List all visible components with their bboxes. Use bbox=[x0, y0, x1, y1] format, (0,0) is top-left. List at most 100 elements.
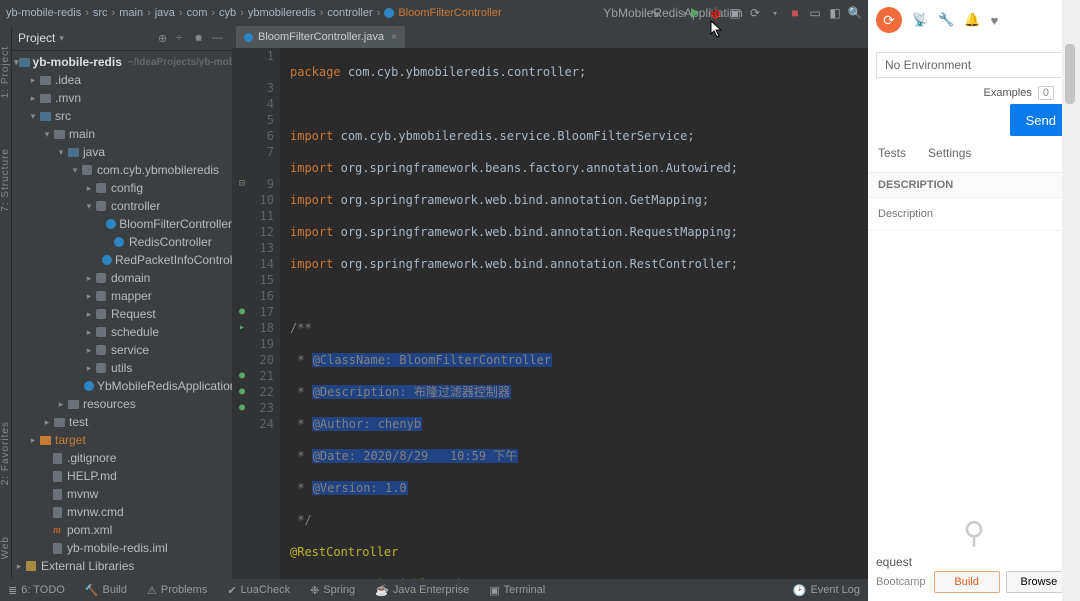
update-icon[interactable]: ▭ bbox=[808, 6, 822, 20]
project-title[interactable]: Project bbox=[18, 31, 55, 45]
left-toolwindow-bar: 1: Project 7: Structure 2: Favorites Web bbox=[0, 26, 12, 579]
status-spring[interactable]: ❉ Spring bbox=[310, 584, 355, 597]
nav-toolbar: yb-mobile-redis› src› main› java› com› c… bbox=[0, 0, 868, 26]
tree-item[interactable]: mvnw.cmd bbox=[12, 503, 232, 521]
project-tree[interactable]: ▾yb-mobile-redis~/IdeaProjects/yb-mobile… bbox=[12, 51, 232, 579]
run-config-label: YbMobileRedisApplication bbox=[666, 6, 680, 20]
tree-item[interactable]: yb-mobile-redis.iml bbox=[12, 539, 232, 557]
heart-icon[interactable]: ♥ bbox=[991, 13, 999, 28]
crumb[interactable]: com bbox=[187, 7, 208, 19]
tree-item[interactable]: ▸.mvn bbox=[12, 89, 232, 107]
description-input[interactable] bbox=[878, 208, 1070, 220]
crumb[interactable]: yb-mobile-redis bbox=[6, 7, 81, 19]
tree-item[interactable]: ▸domain bbox=[12, 269, 232, 287]
examples-label: Examples bbox=[984, 87, 1032, 99]
crumb-class[interactable]: BloomFilterController bbox=[384, 7, 501, 19]
crumb[interactable]: controller bbox=[327, 7, 372, 19]
crumb[interactable]: main bbox=[119, 7, 143, 19]
build-toggle[interactable]: Build bbox=[934, 571, 1000, 593]
tree-item[interactable]: ▸target bbox=[12, 431, 232, 449]
run-icon[interactable] bbox=[688, 6, 702, 20]
crumb[interactable]: src bbox=[93, 7, 108, 19]
tree-item[interactable]: RedPacketInfoController bbox=[12, 251, 232, 269]
wrench-icon[interactable]: 🔧 bbox=[938, 12, 954, 28]
stop-icon[interactable]: ■ bbox=[788, 6, 802, 20]
tree-item[interactable]: YbMobileRedisApplication bbox=[12, 377, 232, 395]
tree-item[interactable]: RedisController bbox=[12, 233, 232, 251]
project-panel: Project ▾ ⊕ ÷ ✸ — ▾yb-mobile-redis~/Idea… bbox=[12, 26, 232, 579]
tree-item[interactable]: ▸Request bbox=[12, 305, 232, 323]
git-icon[interactable]: ◧ bbox=[828, 6, 842, 20]
tree-item[interactable]: ▸mapper bbox=[12, 287, 232, 305]
api-client-panel: ⟳ 📡 🔧 🔔 ♥ No Environment Examples 0 ▼ Se… bbox=[868, 0, 1080, 601]
tree-item[interactable]: mvnw bbox=[12, 485, 232, 503]
tree-item[interactable]: ▸schedule bbox=[12, 323, 232, 341]
sync-icon[interactable]: ⟳ bbox=[876, 7, 902, 33]
bootcamp-link[interactable]: Bootcamp bbox=[876, 576, 926, 588]
environment-selector[interactable]: No Environment bbox=[876, 52, 1072, 78]
satellite-icon[interactable]: 📡 bbox=[912, 12, 928, 28]
tab-settings[interactable]: Settings bbox=[928, 146, 971, 160]
profile-icon[interactable]: ⟳ bbox=[748, 6, 762, 20]
editor-area: BloomFilterController.java × ⊟ ● ▸ ● ● ● bbox=[232, 26, 868, 579]
bell-icon[interactable]: 🔔 bbox=[964, 12, 980, 28]
coverage-icon[interactable]: ▣ bbox=[728, 6, 742, 20]
tree-item[interactable]: ▾src bbox=[12, 107, 232, 125]
scrollbar-thumb[interactable] bbox=[1065, 44, 1075, 104]
crumb[interactable]: java bbox=[155, 7, 175, 19]
tree-root[interactable]: ▾yb-mobile-redis~/IdeaProjects/yb-mobile… bbox=[12, 53, 232, 71]
status-todo[interactable]: ≣ 6: TODO bbox=[8, 584, 65, 597]
tree-item[interactable]: ▾com.cyb.ybmobileredis bbox=[12, 161, 232, 179]
placeholder-glyph-icon: ⚲ bbox=[868, 510, 1080, 555]
status-jee[interactable]: ☕ Java Enterprise bbox=[375, 584, 469, 597]
status-problems[interactable]: ⚠ Problems bbox=[147, 584, 207, 597]
tree-item[interactable]: ▾controller bbox=[12, 197, 232, 215]
hide-icon[interactable]: — bbox=[212, 32, 226, 44]
tab-tests[interactable]: Tests bbox=[878, 146, 906, 160]
run-menu-caret-icon[interactable]: ▾ bbox=[768, 6, 782, 20]
tree-item[interactable]: BloomFilterController bbox=[12, 215, 232, 233]
status-build[interactable]: 🔨 Build bbox=[85, 584, 127, 597]
search-icon[interactable]: 🔍 bbox=[848, 6, 862, 20]
tree-item[interactable]: ▾main bbox=[12, 125, 232, 143]
crumb[interactable]: cyb bbox=[219, 7, 236, 19]
code-content[interactable]: package com.cyb.ybmobileredis.controller… bbox=[280, 48, 868, 579]
status-terminal[interactable]: ▣ Terminal bbox=[489, 584, 545, 597]
editor-tabbar: BloomFilterController.java × bbox=[232, 26, 868, 48]
status-eventlog[interactable]: 🕑 Event Log bbox=[793, 584, 860, 597]
toolwindow-web[interactable]: Web bbox=[0, 536, 11, 559]
tree-item[interactable]: ▸External Libraries bbox=[12, 557, 232, 575]
tree-item[interactable]: mpom.xml bbox=[12, 521, 232, 539]
toolwindow-favorites[interactable]: 2: Favorites bbox=[0, 421, 11, 485]
tree-item[interactable]: ▸.idea bbox=[12, 71, 232, 89]
status-bar: ≣ 6: TODO 🔨 Build ⚠ Problems ✔ LuaCheck … bbox=[0, 579, 868, 601]
crumb[interactable]: ybmobileredis bbox=[248, 7, 316, 19]
tree-item[interactable]: ▸service bbox=[12, 341, 232, 359]
request-tabs: Tests Settings bbox=[868, 146, 1080, 166]
run-config-selector[interactable]: YbMobileRedisApplication▾ bbox=[668, 6, 682, 20]
tree-item[interactable]: HELP.md bbox=[12, 467, 232, 485]
gutter-marks: ⊟ ● ▸ ● ● ● bbox=[232, 48, 252, 579]
toolwindow-project[interactable]: 1: Project bbox=[0, 46, 11, 98]
line-numbers: 1345679101112131415161718192021222324 bbox=[252, 48, 280, 579]
tree-item[interactable]: ▸config bbox=[12, 179, 232, 197]
editor-tab[interactable]: BloomFilterController.java × bbox=[236, 26, 405, 48]
status-luacheck[interactable]: ✔ LuaCheck bbox=[227, 584, 290, 597]
debug-icon[interactable]: 🐞 bbox=[708, 6, 722, 20]
close-icon[interactable]: × bbox=[391, 32, 397, 43]
tree-item[interactable]: ▸utils bbox=[12, 359, 232, 377]
tree-item[interactable]: ▸resources bbox=[12, 395, 232, 413]
locate-icon[interactable]: ⊕ bbox=[158, 32, 172, 45]
code-editor[interactable]: ⊟ ● ▸ ● ● ● 1345679101112131415161718192… bbox=[232, 48, 868, 579]
toolwindow-structure[interactable]: 7: Structure bbox=[0, 148, 11, 212]
collapse-icon[interactable]: ÷ bbox=[176, 32, 190, 44]
tree-item[interactable]: ▾java bbox=[12, 143, 232, 161]
examples-dropdown[interactable]: Examples 0 ▼ bbox=[868, 78, 1080, 104]
ide-window: yb-mobile-redis› src› main› java› com› c… bbox=[0, 0, 868, 601]
tree-item[interactable]: ▸test bbox=[12, 413, 232, 431]
tree-item[interactable]: .gitignore bbox=[12, 449, 232, 467]
tab-label: BloomFilterController.java bbox=[258, 31, 384, 43]
os-scrollbar[interactable] bbox=[1062, 0, 1080, 601]
chevron-down-icon[interactable]: ▾ bbox=[59, 33, 64, 44]
settings-icon[interactable]: ✸ bbox=[194, 32, 208, 45]
